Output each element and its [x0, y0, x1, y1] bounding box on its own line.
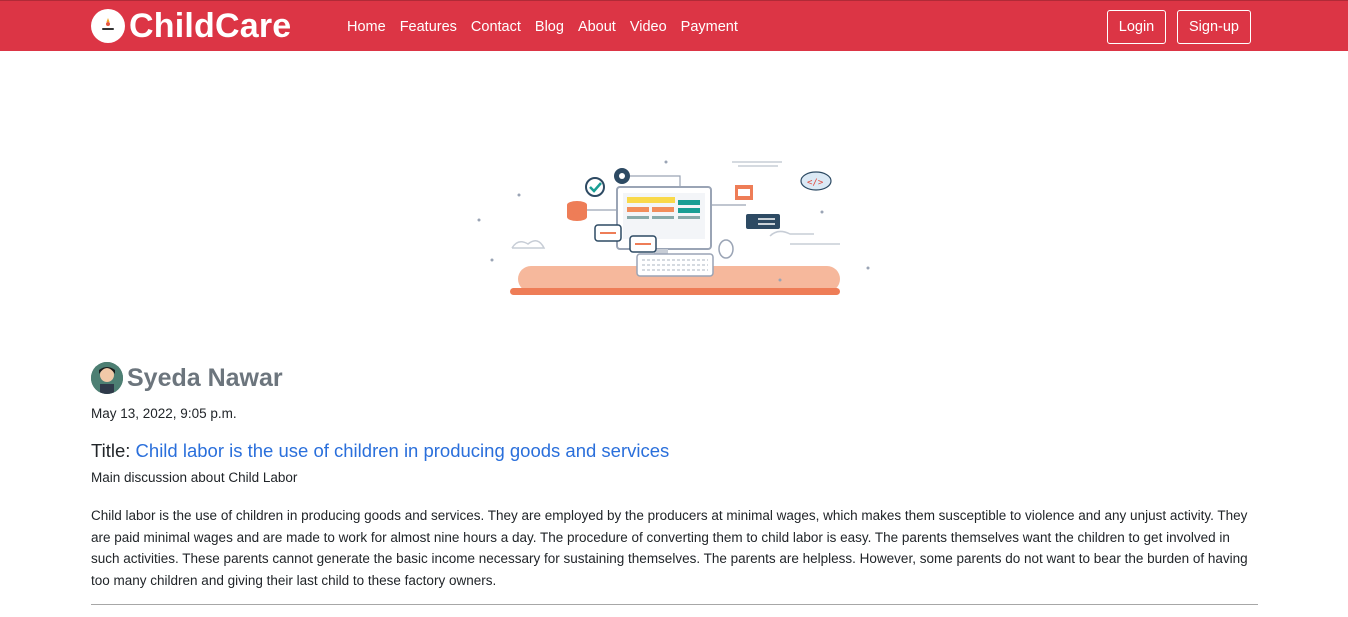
brand[interactable]: ChildCare [91, 8, 291, 44]
post-body: Child labor is the use of children in pr… [91, 508, 1248, 588]
nav-contact[interactable]: Contact [464, 16, 528, 38]
post-description: Main discussion about Child Labor [91, 470, 298, 485]
signup-button[interactable]: Sign-up [1177, 10, 1251, 44]
nav-payment[interactable]: Payment [674, 16, 745, 38]
divider [91, 604, 1258, 605]
nav-links: Home Features Contact Blog About Video P… [340, 16, 745, 38]
post-title-link[interactable]: Child labor is the use of children in pr… [136, 440, 670, 461]
post-title: Title: Child labor is the use of childre… [91, 439, 669, 463]
avatar [91, 362, 123, 394]
brand-name: ChildCare [129, 7, 292, 45]
hero-illustration: </> [470, 150, 880, 305]
nav-video[interactable]: Video [623, 16, 674, 38]
nav-features[interactable]: Features [393, 16, 464, 38]
nav-home[interactable]: Home [340, 16, 393, 38]
navbar: ChildCare Home Features Contact Blog Abo… [0, 0, 1348, 51]
brand-logo-icon [91, 9, 125, 43]
post-title-label: Title: [91, 440, 131, 461]
nav-blog[interactable]: Blog [528, 16, 571, 38]
post-date: May 13, 2022, 9:05 p.m. [91, 406, 237, 421]
login-button[interactable]: Login [1107, 10, 1166, 44]
author-row: Syeda Nawar [91, 362, 283, 394]
svg-text:</>: </> [807, 178, 824, 188]
nav-about[interactable]: About [571, 16, 623, 38]
author-name: Syeda Nawar [127, 364, 283, 392]
